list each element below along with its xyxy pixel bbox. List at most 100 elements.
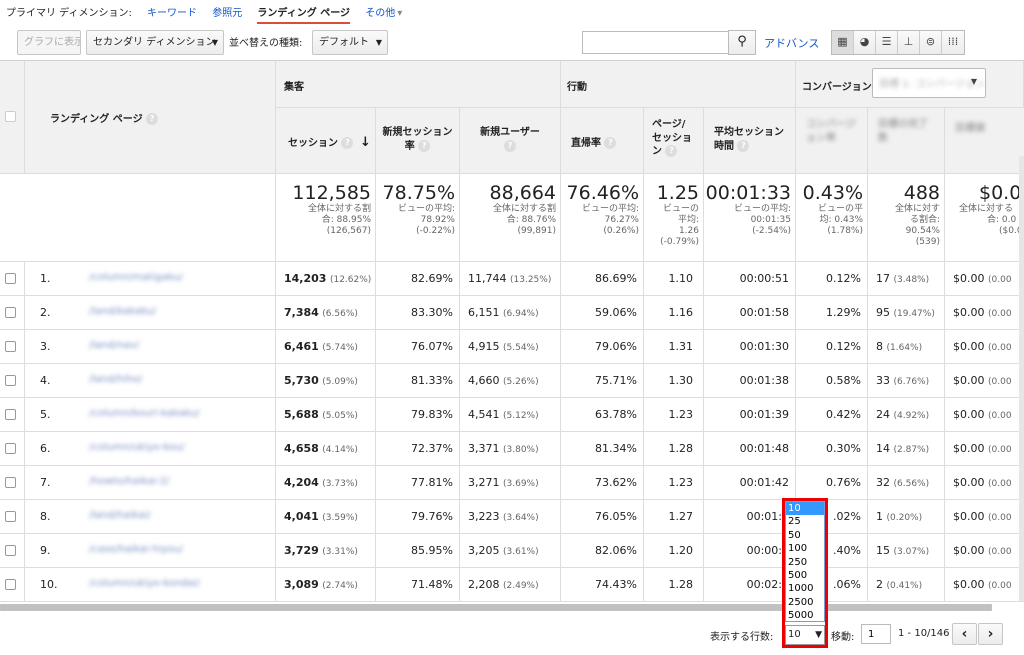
table-view-icon[interactable]: ▦ — [832, 31, 854, 54]
rows-per-page-option[interactable]: 100 — [786, 542, 824, 555]
landing-page-link[interactable]: /land/haikai/ — [89, 510, 199, 522]
landing-page-link[interactable]: /land/nav/ — [89, 340, 199, 352]
row-checkbox[interactable] — [5, 375, 16, 386]
landing-page-header[interactable]: ランディング ページ ? — [25, 61, 276, 174]
table-row: 3./land/nav/⧉6,461 (5.74%)76.07%4,915 (5… — [0, 330, 1024, 364]
new-users-header[interactable]: 新規ユーザー ? — [460, 108, 561, 174]
row-checkbox[interactable] — [5, 273, 16, 284]
goal-completions-value: 1 — [876, 510, 883, 523]
rows-per-page-option[interactable]: 5000 — [786, 609, 824, 622]
row-checkbox[interactable] — [5, 579, 16, 590]
new-session-rate-header[interactable]: 新規セッション率 ? — [376, 108, 460, 174]
conversion-rate-header[interactable]: コンバージョン率 — [796, 108, 868, 174]
goal-completions-header[interactable]: 目標の完了数 — [868, 108, 945, 174]
pages-per-session-cell: 1.23 — [644, 466, 704, 499]
rows-per-page-option[interactable]: 50 — [786, 529, 824, 542]
new-session-rate-cell: 82.69% — [376, 262, 460, 295]
new-users-value: 4,915 — [468, 340, 500, 353]
sessions-cell: 3,729 (3.31%) — [276, 534, 376, 567]
secondary-dimension-button[interactable]: セカンダリ ディメンション ▼ — [86, 30, 224, 55]
goal-value-percent: (0.00 — [988, 275, 1012, 285]
table-row: 9./case/haikai-hiyou/⧉3,729 (3.31%)85.95… — [0, 534, 1024, 568]
new-users-percent: (3.61%) — [503, 547, 539, 557]
search-button[interactable]: ⚲ — [728, 30, 756, 55]
row-checkbox[interactable] — [5, 443, 16, 454]
advanced-filter-link[interactable]: アドバンス — [764, 35, 819, 51]
view-switcher: ▦ ◕ ☰ ⊥ ⊜ ⁞⁞⁞ — [831, 30, 965, 55]
landing-page-link[interactable]: /howto/haikai-2/ — [89, 476, 199, 488]
horizontal-scrollbar[interactable] — [0, 604, 992, 611]
goal-value-cell: $0.00 (0.00 — [945, 534, 1024, 567]
totals-new-users-value: 88,664 — [489, 182, 556, 204]
rows-per-page-select[interactable]: 10 ▼ — [785, 625, 825, 645]
sessions-value: 3,089 — [284, 578, 319, 591]
goto-page-input[interactable] — [861, 624, 891, 644]
sessions-header[interactable]: セッション ? ↓ — [276, 108, 376, 174]
sort-type-select[interactable]: デフォルト ▼ — [312, 30, 388, 55]
landing-page-link[interactable]: /column/matigaku/ — [89, 272, 199, 284]
landing-page-link[interactable]: /land/kakaku/ — [89, 306, 199, 318]
totals-note: (99,891) — [517, 226, 556, 236]
row-checkbox[interactable] — [5, 409, 16, 420]
goal-value-value: $0.00 — [953, 306, 985, 319]
vertical-scrollbar[interactable] — [1019, 156, 1024, 601]
landing-page-link[interactable]: /case/haikai-hiyou/ — [89, 544, 199, 556]
dimension-keyword-link[interactable]: キーワード — [147, 8, 197, 19]
totals-note: ビューの平均: — [397, 204, 455, 214]
pages-per-session-cell: 1.20 — [644, 534, 704, 567]
dimension-source-link[interactable]: 参照元 — [212, 8, 242, 19]
rows-per-page-option[interactable]: 1000 — [786, 582, 824, 595]
row-range-text: 1 - 10/146 — [898, 628, 950, 639]
comparison-view-icon[interactable]: ⊥ — [898, 31, 920, 54]
landing-page-link[interactable]: /column/kouri-kakaku/ — [89, 408, 200, 420]
dimension-landing-page-tab[interactable]: ランディング ページ — [257, 8, 351, 24]
totals-conversion-rate-value: 0.43% — [802, 182, 863, 204]
sessions-value: 14,203 — [284, 272, 327, 285]
pages-per-session-cell: 1.30 — [644, 364, 704, 397]
rows-per-page-option[interactable]: 25 — [786, 515, 824, 528]
rows-per-page-option[interactable]: 500 — [786, 569, 824, 582]
term-cloud-view-icon[interactable]: ⊜ — [920, 31, 942, 54]
totals-note: ビューの — [662, 204, 699, 214]
goal-value-header[interactable]: 目標値 — [945, 108, 1024, 174]
goal-value-percent: (0.00 — [988, 309, 1012, 319]
rows-per-page-option[interactable]: 10 — [786, 502, 824, 516]
bounce-rate-header[interactable]: 直帰率 ? — [561, 108, 644, 174]
sessions-header-label: セッション — [288, 138, 338, 149]
landing-page-link[interactable]: /column/ukiyo-kondai/ — [89, 578, 200, 590]
row-checkbox[interactable] — [5, 545, 16, 556]
plot-rows-button[interactable]: グラフに表示 — [17, 30, 81, 55]
dimension-other-link[interactable]: その他 ▾ — [365, 8, 414, 19]
landing-page-link[interactable]: /land/hiho/ — [89, 374, 199, 386]
table-search-input[interactable] — [582, 31, 729, 54]
new-session-rate-cell: 85.95% — [376, 534, 460, 567]
goal-completions-percent: (2.87%) — [893, 445, 930, 455]
avg-session-duration-header[interactable]: 平均セッション時間 ? — [704, 108, 796, 174]
row-checkbox[interactable] — [5, 307, 16, 318]
row-checkbox[interactable] — [5, 477, 16, 488]
bounce-rate-cell: 74.43% — [561, 568, 644, 601]
rows-per-page-option[interactable]: 250 — [786, 556, 824, 569]
goal-completions-percent: (19.47%) — [893, 309, 935, 319]
pages-per-session-header[interactable]: ページ/セッション ? — [644, 108, 704, 174]
select-all-checkbox[interactable] — [5, 111, 16, 122]
prev-page-button[interactable]: ‹ — [952, 623, 977, 645]
landing-page-link[interactable]: /column/ukiyo-kou/ — [89, 442, 199, 454]
pie-view-icon[interactable]: ◕ — [854, 31, 876, 54]
bounce-rate-cell: 79.06% — [561, 330, 644, 363]
performance-view-icon[interactable]: ☰ — [876, 31, 898, 54]
totals-sessions-note: 全体に対する割 — [307, 204, 371, 214]
goal-completions-cell: 2 (0.41%) — [868, 568, 945, 601]
rows-per-page-option[interactable]: 2500 — [786, 596, 824, 609]
rows-per-page-value: 10 — [788, 629, 801, 640]
goal-value-cell: $0.00 (0.00 — [945, 568, 1024, 601]
next-page-button[interactable]: › — [978, 623, 1003, 645]
row-checkbox[interactable] — [5, 341, 16, 352]
conversion-goal-select[interactable]: 目標 1: コンバージョン ▼ — [872, 68, 986, 98]
new-users-value: 6,151 — [468, 306, 500, 319]
goal-completions-cell: 1 (0.20%) — [868, 500, 945, 533]
new-session-rate-cell: 76.07% — [376, 330, 460, 363]
pivot-view-icon[interactable]: ⁞⁞⁞ — [942, 31, 964, 54]
row-checkbox[interactable] — [5, 511, 16, 522]
help-icon: ? — [341, 137, 354, 149]
